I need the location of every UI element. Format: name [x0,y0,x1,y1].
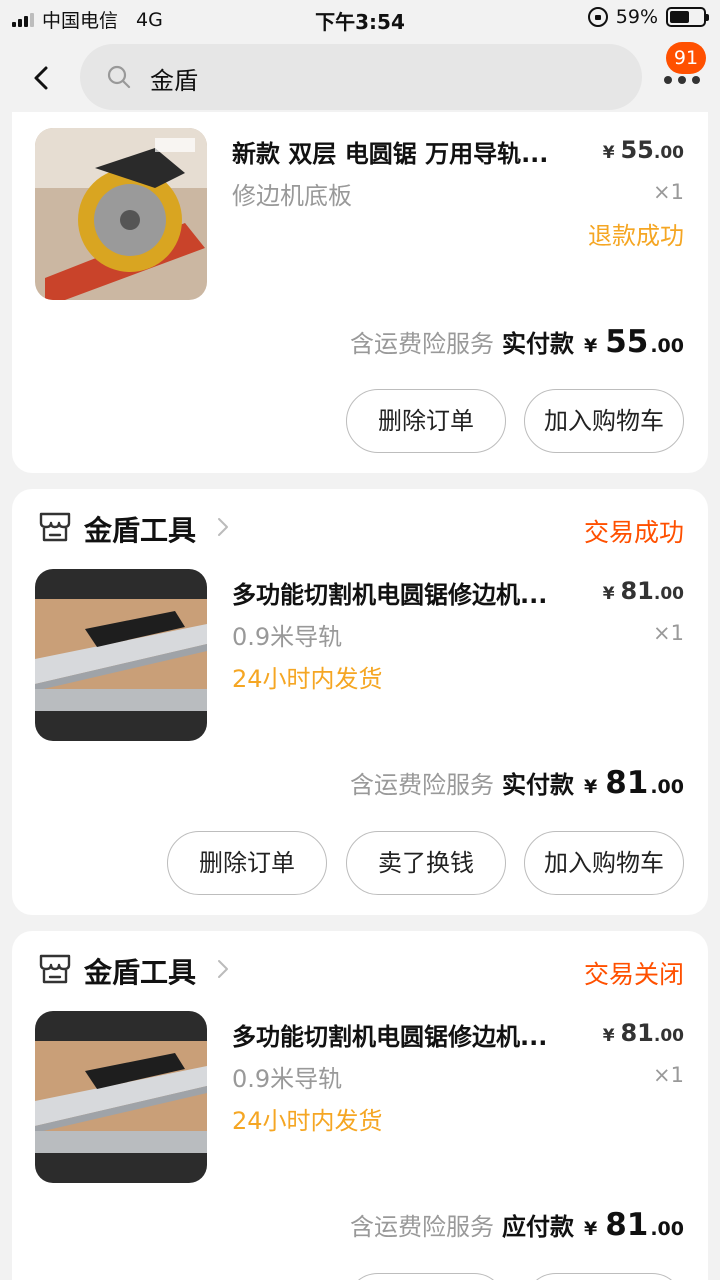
search-value: 金盾 [150,67,198,95]
chevron-right-icon [218,960,228,978]
circular-saw-image [35,128,207,300]
add-to-cart-button[interactable]: 加入购物车 [524,389,684,453]
store-icon [39,512,71,542]
status-bar: 中国电信 4G 下午3:54 59% [0,0,720,36]
store-row[interactable]: 金盾工具 交易成功 [12,489,708,569]
more-menu-button[interactable]: 91 [656,42,712,106]
product-title[interactable]: 多功能切割机电圆锯修边机... [232,1017,592,1052]
total-currency: ¥ [583,1218,598,1240]
action-button[interactable] [524,1273,684,1280]
unit-price: ¥ 81.00 [603,577,684,605]
price-integer: 81 [620,577,654,605]
shipping-note: 24小时内发货 [232,1107,383,1135]
delete-order-button[interactable]: 删除订单 [346,389,506,453]
rotation-lock-icon [587,7,608,27]
unit-price: ¥ 81.00 [603,1019,684,1047]
store-icon [39,954,71,984]
product-image[interactable] [35,128,207,300]
service-label: 含运费险服务 [349,771,494,799]
price-decimal: .00 [653,1026,684,1046]
price-decimal: .00 [653,584,684,604]
sell-for-cash-button[interactable]: 卖了换钱 [346,831,506,895]
guide-rail-image [35,1011,207,1183]
more-icon [664,76,700,84]
total-decimal: .00 [650,1218,684,1240]
currency-symbol: ¥ [602,584,615,604]
total-decimal: .00 [650,335,684,357]
currency-symbol: ¥ [602,1026,615,1046]
service-label: 含运费险服务 [349,330,494,358]
guide-rail-image [35,569,207,741]
action-button[interactable] [346,1273,506,1280]
total-currency: ¥ [583,335,598,357]
total-integer: 81 [605,1207,649,1243]
total-decimal: .00 [650,776,684,798]
order-status: 交易成功 [583,518,684,547]
product-sku: 0.9米导轨 [232,623,343,651]
store-name[interactable]: 金盾工具 [84,951,196,991]
payable-label: 应付款 [501,1213,574,1241]
service-label: 含运费险服务 [349,1213,494,1241]
search-input[interactable]: 金盾 [80,44,642,110]
product-image[interactable] [35,569,207,741]
quantity: ×1 [653,1063,684,1087]
store-name[interactable]: 金盾工具 [84,509,196,549]
total-row: 含运费险服务 应付款 ¥81.00 [350,1207,684,1243]
paid-label: 实付款 [501,771,574,799]
battery-percent: 59% [615,6,658,28]
product-sku: 修边机底板 [232,182,352,210]
nav-bar: 金盾 91 [0,36,720,120]
delete-order-button[interactable]: 删除订单 [167,831,327,895]
refund-status: 退款成功 [588,222,684,250]
product-title[interactable]: 多功能切割机电圆锯修边机... [232,575,592,610]
quantity: ×1 [653,621,684,645]
order-card: 金盾工具 交易关闭 多功能切割机电圆锯修边机... 0.9米导轨 24小时内发货… [12,931,708,1280]
total-integer: 81 [605,765,649,801]
total-integer: 55 [605,324,649,360]
total-currency: ¥ [583,776,598,798]
battery-icon [666,7,709,27]
shipping-note: 24小时内发货 [232,665,383,693]
price-integer: 55 [620,136,654,164]
paid-label: 实付款 [501,330,574,358]
status-bar-right: 59% [587,6,709,28]
store-row[interactable]: 金盾工具 交易关闭 [12,931,708,1011]
chevron-right-icon [218,518,228,536]
product-sku: 0.9米导轨 [232,1065,343,1093]
message-badge: 91 [666,42,706,74]
price-decimal: .00 [653,143,684,163]
order-card: 新款 双层 电圆锯 万用导轨... 修边机底板 ¥ 55.00 ×1 退款成功 … [12,112,708,473]
product-title[interactable]: 新款 双层 电圆锯 万用导轨... [232,134,592,169]
product-image[interactable] [35,1011,207,1183]
quantity: ×1 [653,180,684,204]
back-icon[interactable] [28,64,56,92]
price-integer: 81 [620,1019,654,1047]
order-card: 金盾工具 交易成功 多功能切割机电圆锯修边机... 0.9米导轨 24小时内发货… [12,489,708,915]
total-row: 含运费险服务 实付款 ¥81.00 [350,765,684,801]
total-row: 含运费险服务 实付款 ¥55.00 [350,324,684,360]
currency-symbol: ¥ [602,143,615,163]
order-status: 交易关闭 [583,960,684,989]
add-to-cart-button[interactable]: 加入购物车 [524,831,684,895]
unit-price: ¥ 55.00 [603,136,684,164]
search-icon [107,65,131,89]
